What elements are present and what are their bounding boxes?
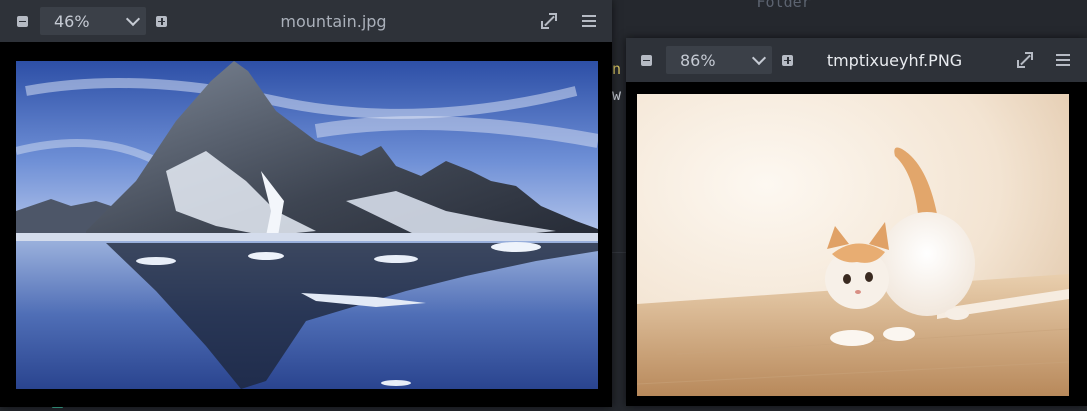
zoom-select[interactable]: 86% xyxy=(666,46,772,74)
chevron-down-icon xyxy=(751,50,767,65)
expand-icon[interactable] xyxy=(540,12,558,30)
zoom-in-button[interactable] xyxy=(156,15,167,27)
zoom-value: 86% xyxy=(680,50,716,70)
code-line: Folder xyxy=(756,0,811,11)
menu-icon[interactable] xyxy=(1054,51,1072,69)
viewer-toolbar: 46% mountain.jpg xyxy=(0,0,612,42)
zoom-select[interactable]: 46% xyxy=(40,7,146,35)
zoom-out-button[interactable] xyxy=(17,15,28,27)
code-line: n xyxy=(612,60,622,78)
kitten-image xyxy=(637,94,1069,396)
zoom-in-button[interactable] xyxy=(782,54,793,66)
chevron-down-icon xyxy=(125,11,141,26)
code-line: w xyxy=(612,86,622,104)
expand-icon[interactable] xyxy=(1016,51,1034,69)
image-viewer-mountain: 46% mountain.jpg xyxy=(0,0,612,407)
image-viewer-kitten: 86% tmptixueyhf.PNG xyxy=(626,38,1087,406)
zoom-out-button[interactable] xyxy=(641,54,652,66)
mountain-image xyxy=(16,61,598,389)
zoom-value: 46% xyxy=(54,11,90,31)
viewer-title: tmptixueyhf.PNG xyxy=(826,50,963,70)
viewer-toolbar: 86% tmptixueyhf.PNG xyxy=(626,38,1087,82)
menu-icon[interactable] xyxy=(580,12,598,30)
viewer-title: mountain.jpg xyxy=(280,11,387,31)
